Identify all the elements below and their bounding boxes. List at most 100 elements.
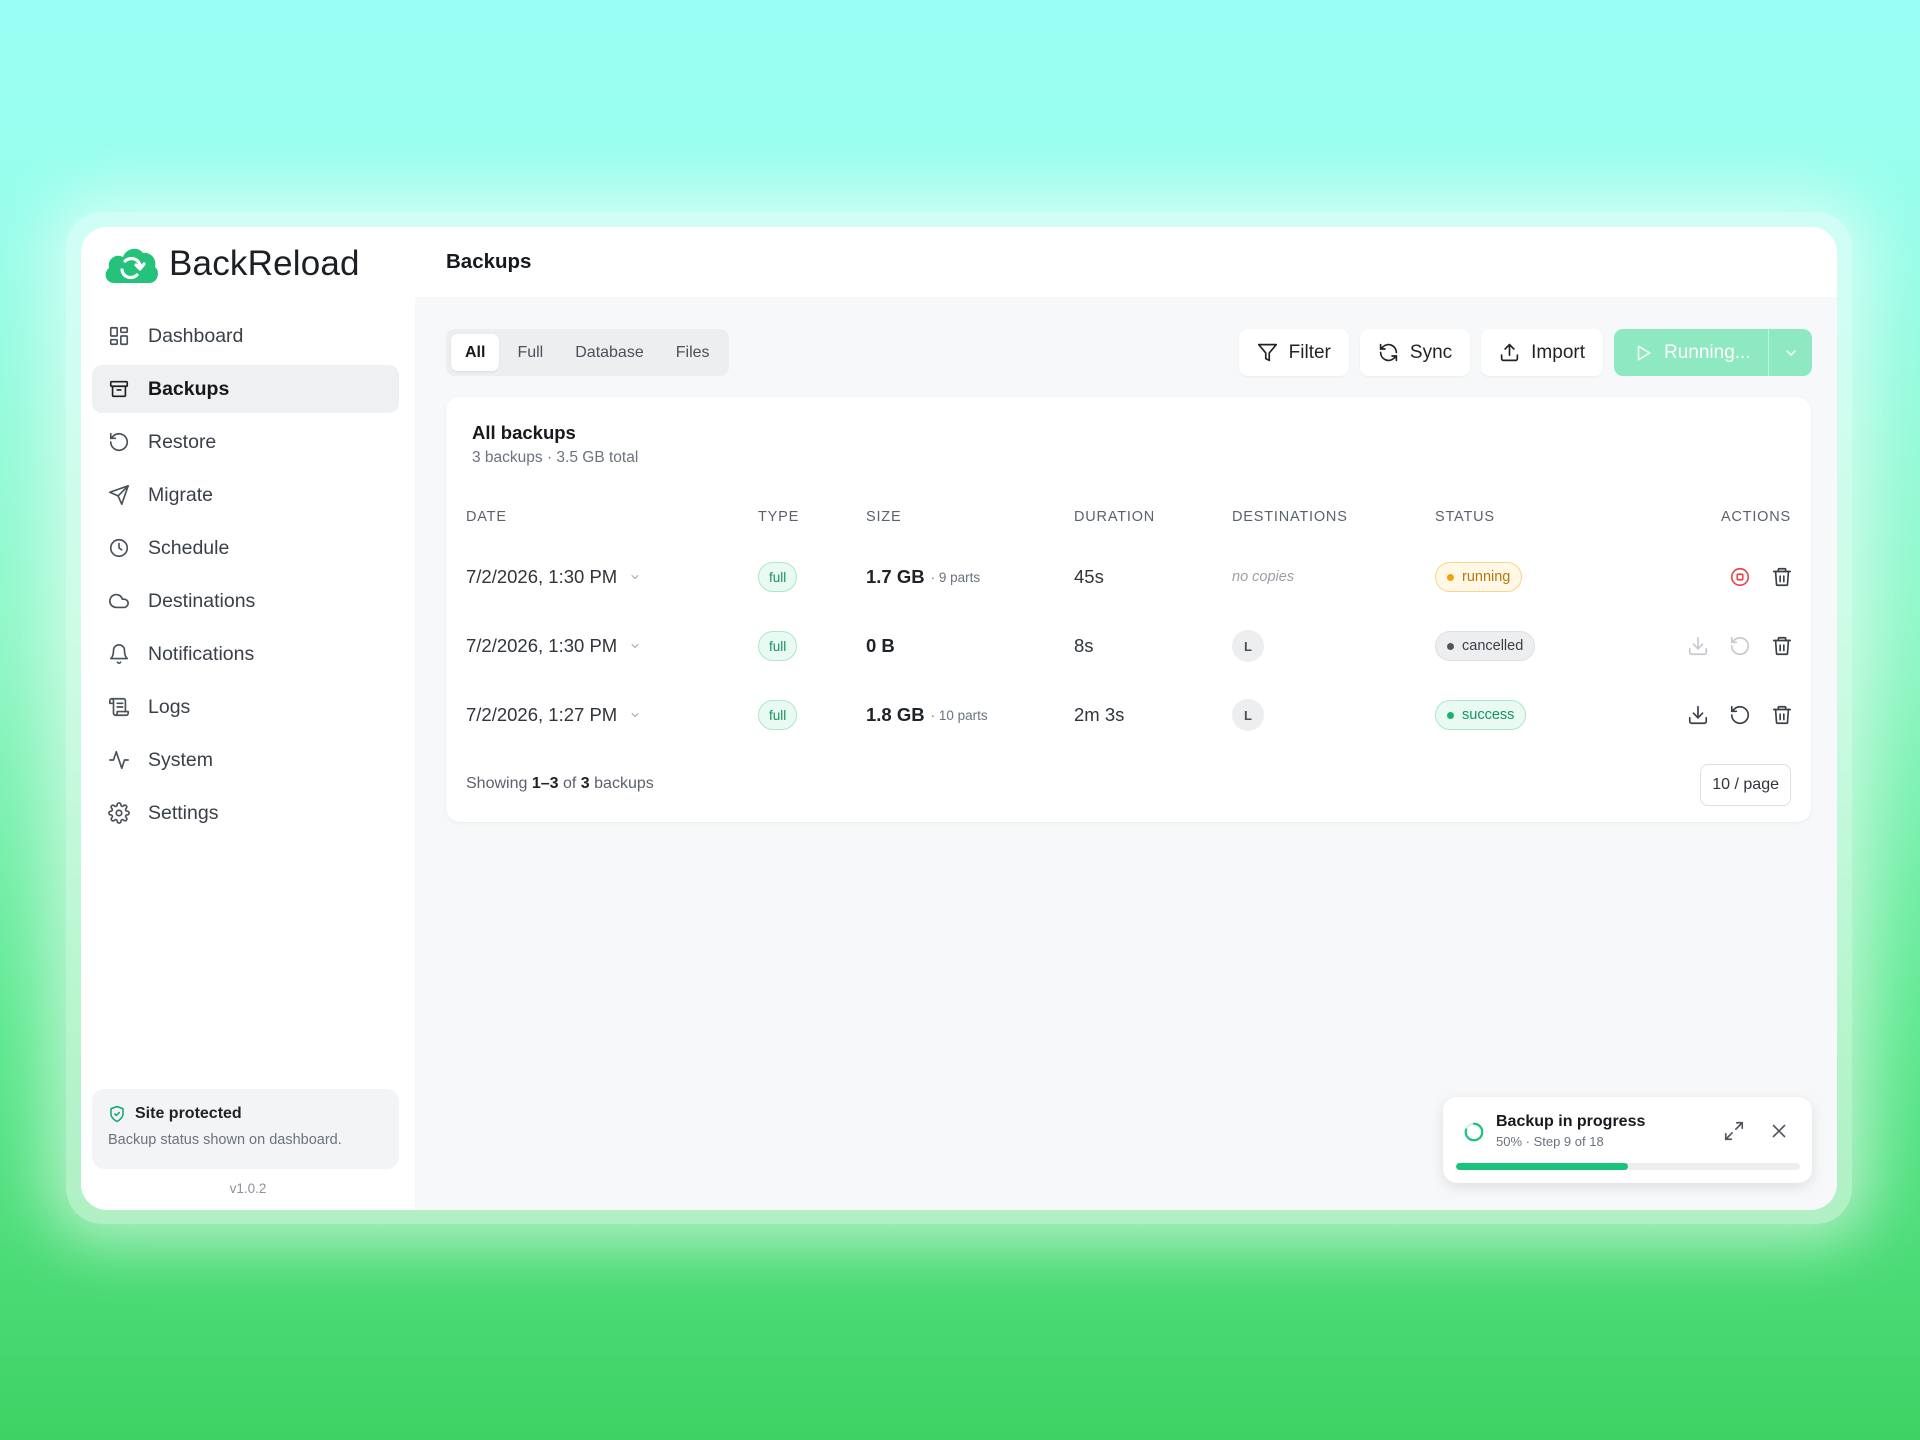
sidebar-item-label: Restore xyxy=(148,430,217,453)
backup-parts: · 9 parts xyxy=(930,569,981,585)
sidebar-item-system[interactable]: System xyxy=(92,736,399,784)
size-cell: 1.8 GB · 10 parts xyxy=(866,681,988,749)
delete-button[interactable] xyxy=(1771,566,1793,588)
date-cell[interactable]: 7/2/2026, 1:30 PM xyxy=(466,612,641,680)
backup-date: 7/2/2026, 1:30 PM xyxy=(466,566,618,587)
type-cell: full xyxy=(758,681,798,749)
card-subtitle: 3 backups · 3.5 GB total xyxy=(472,449,639,466)
restore-button[interactable] xyxy=(1729,635,1751,657)
destination-local-chip[interactable]: L xyxy=(1232,699,1264,731)
tab-database[interactable]: Database xyxy=(561,334,658,371)
column-header-size[interactable]: SIZE xyxy=(866,509,901,525)
delete-button[interactable] xyxy=(1771,704,1793,726)
sidebar: BackReload Dashboard Backups Restore Mig… xyxy=(81,227,415,1210)
no-copies-text: no copies xyxy=(1232,569,1295,585)
app-window: BackReload Dashboard Backups Restore Mig… xyxy=(81,227,1837,1210)
showing-total: 3 xyxy=(580,775,590,792)
download-icon xyxy=(1688,705,1708,725)
import-button-label: Import xyxy=(1531,341,1585,363)
column-header-date[interactable]: DATE xyxy=(466,509,507,525)
destination-local-chip[interactable]: L xyxy=(1232,630,1264,662)
delete-button[interactable] xyxy=(1771,635,1793,657)
sidebar-item-restore[interactable]: Restore xyxy=(92,418,399,466)
play-icon xyxy=(1637,345,1651,360)
status-dot xyxy=(1447,711,1454,719)
sidebar-item-backups[interactable]: Backups xyxy=(92,365,399,413)
type-badge: full xyxy=(758,631,798,661)
column-header-duration[interactable]: DURATION xyxy=(1074,509,1155,525)
run-options-dropdown[interactable] xyxy=(1768,329,1812,376)
run-backup-main[interactable]: Running... xyxy=(1614,329,1768,376)
type-badge: full xyxy=(758,700,798,730)
expand-toast-button[interactable] xyxy=(1723,1120,1745,1142)
destinations-cell: L xyxy=(1232,681,1264,749)
filter-button-label: Filter xyxy=(1288,341,1331,363)
restore-button[interactable] xyxy=(1729,704,1751,726)
chevron-down-icon[interactable] xyxy=(629,709,641,721)
brand[interactable]: BackReload xyxy=(101,239,360,289)
sidebar-item-schedule[interactable]: Schedule xyxy=(92,524,399,572)
backup-date: 7/2/2026, 1:30 PM xyxy=(466,635,618,656)
bell-icon xyxy=(109,644,129,665)
size-cell: 0 B xyxy=(866,612,895,680)
sync-button-label: Sync xyxy=(1409,341,1453,363)
column-header-status[interactable]: STATUS xyxy=(1435,509,1495,525)
sidebar-item-logs[interactable]: Logs xyxy=(92,683,399,731)
showing-range: 1–3 xyxy=(531,775,559,792)
sidebar-item-destinations[interactable]: Destinations xyxy=(92,577,399,625)
sync-button[interactable]: Sync xyxy=(1359,329,1471,376)
page-title: Backups xyxy=(446,250,532,273)
chevron-down-icon[interactable] xyxy=(629,640,641,652)
import-button[interactable]: Import xyxy=(1481,329,1603,376)
per-page-select[interactable]: 10 / page xyxy=(1700,764,1791,806)
sidebar-item-notifications[interactable]: Notifications xyxy=(92,630,399,678)
status-cell: running xyxy=(1435,543,1523,611)
tab-files[interactable]: Files xyxy=(662,334,724,371)
sidebar-item-label: System xyxy=(148,748,214,771)
sidebar-item-migrate[interactable]: Migrate xyxy=(92,471,399,519)
stop-backup-button[interactable] xyxy=(1729,566,1751,588)
filter-button[interactable]: Filter xyxy=(1238,329,1349,376)
protect-subtitle: Backup status shown on dashboard. xyxy=(108,1132,342,1148)
tab-full[interactable]: Full xyxy=(503,334,557,371)
scroll-icon xyxy=(109,697,129,717)
backreload-logo-icon xyxy=(105,248,158,283)
backup-progress-fill xyxy=(1456,1163,1628,1170)
tab-all[interactable]: All xyxy=(451,334,500,371)
destinations-cell: L xyxy=(1232,612,1264,680)
table-row[interactable]: 7/2/2026, 1:30 PM full 0 B 8s L cancelle… xyxy=(446,612,1811,680)
sidebar-item-dashboard[interactable]: Dashboard xyxy=(92,312,399,360)
status-cell: cancelled xyxy=(1435,612,1536,680)
run-button-label: Running... xyxy=(1664,341,1751,363)
close-toast-button[interactable] xyxy=(1768,1120,1790,1142)
actions-cell xyxy=(1729,543,1793,611)
toast-subtitle: 50% · Step 9 of 18 xyxy=(1496,1134,1604,1149)
status-dot xyxy=(1447,642,1454,650)
trash-icon xyxy=(1772,636,1792,656)
pagination-summary: Showing 1–3 of 3 backups xyxy=(466,775,654,793)
chevron-down-icon[interactable] xyxy=(629,571,641,583)
date-cell[interactable]: 7/2/2026, 1:27 PM xyxy=(466,681,641,749)
sidebar-nav: Dashboard Backups Restore Migrate Schedu… xyxy=(92,312,399,842)
toast-title: Backup in progress xyxy=(1496,1113,1646,1130)
status-badge: cancelled xyxy=(1435,631,1536,661)
activity-icon xyxy=(109,750,129,770)
backup-progress-bar xyxy=(1456,1163,1800,1170)
restore-icon xyxy=(1730,636,1750,656)
main-content: Backups All Full Database Files Filter S… xyxy=(415,227,1837,1210)
column-header-type[interactable]: TYPE xyxy=(758,509,799,525)
table-row[interactable]: 7/2/2026, 1:30 PM full 1.7 GB · 9 parts … xyxy=(446,543,1811,611)
backup-size: 0 B xyxy=(866,635,895,656)
restore-icon xyxy=(1730,705,1750,725)
expand-icon xyxy=(1724,1121,1744,1141)
type-cell: full xyxy=(758,612,798,680)
table-row[interactable]: 7/2/2026, 1:27 PM full 1.8 GB · 10 parts… xyxy=(446,681,1811,749)
protect-title-row: Site protected xyxy=(108,1105,383,1123)
sidebar-item-settings[interactable]: Settings xyxy=(92,789,399,837)
sidebar-item-label: Backups xyxy=(148,377,230,400)
date-cell[interactable]: 7/2/2026, 1:30 PM xyxy=(466,543,641,611)
download-button[interactable] xyxy=(1687,635,1709,657)
run-backup-button[interactable]: Running... xyxy=(1614,329,1812,376)
shield-check-icon xyxy=(110,1105,124,1123)
download-button[interactable] xyxy=(1687,704,1709,726)
